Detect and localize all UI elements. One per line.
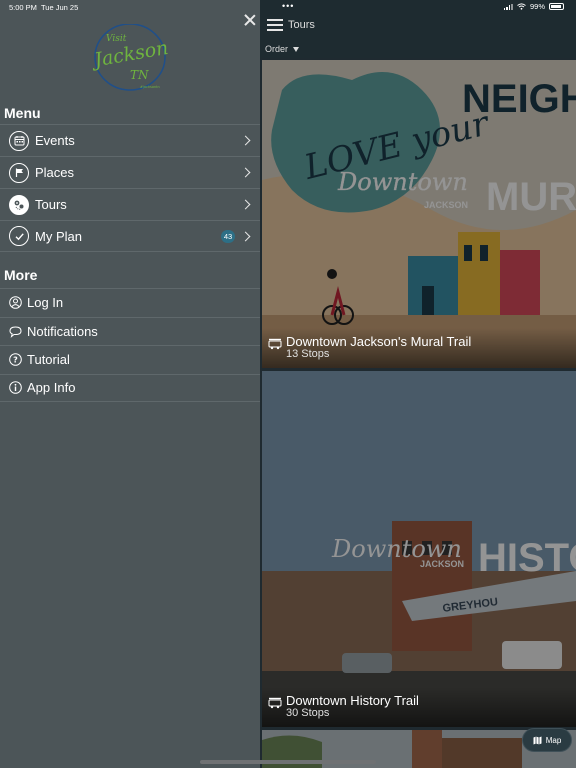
caret-down-icon <box>293 46 300 52</box>
menu-item-label: Tours <box>35 197 67 212</box>
checkmark-icon <box>9 226 29 246</box>
tour-card-history-trail[interactable]: GREYHOU Downtown JACKSON HISTO Downtown … <box>262 371 576 727</box>
menu-heading: Menu <box>4 105 41 121</box>
tour-stops: 30 Stops <box>286 707 330 719</box>
chevron-right-icon <box>240 135 251 146</box>
svg-text:Jackson: Jackson <box>92 37 170 72</box>
flag-icon <box>9 162 29 183</box>
status-date: Tue Jun 25 <box>41 3 79 12</box>
menu-item-label: My Plan <box>35 228 82 244</box>
menu-item-events[interactable]: Events <box>0 124 260 156</box>
close-icon[interactable] <box>242 12 258 28</box>
order-dropdown[interactable]: Order <box>265 44 300 54</box>
more-item-tutorial[interactable]: ? Tutorial <box>0 345 260 374</box>
chevron-right-icon <box>240 167 251 178</box>
more-item-label: App Info <box>27 380 76 396</box>
more-item-label: Notifications <box>27 323 98 339</box>
question-icon: ? <box>9 353 22 367</box>
chat-bubble-icon <box>9 326 22 338</box>
tour-name: Downtown History Trail <box>286 693 419 708</box>
svg-text:TN: TN <box>130 68 149 82</box>
menu-list: Events Places Tours My Plan 43 <box>0 124 260 252</box>
chevron-right-icon <box>240 231 251 242</box>
menu-item-label: Places <box>35 165 75 180</box>
more-item-app-info[interactable]: App Info <box>0 373 260 402</box>
menu-item-label: Events <box>35 133 75 148</box>
visit-jackson-logo: Visit Jackson TN #jacksontn <box>92 24 170 91</box>
status-indicators: 99% <box>503 2 564 11</box>
sidebar-drawer: Visit Jackson TN #jacksontn Menu Events … <box>0 0 260 768</box>
calendar-icon <box>9 130 29 151</box>
tour-stops: 13 Stops <box>286 348 330 360</box>
image-shade <box>262 60 576 368</box>
menu-item-places[interactable]: Places <box>0 156 260 188</box>
page-title: Tours <box>288 19 315 31</box>
svg-text:#jacksontn: #jacksontn <box>140 85 160 89</box>
more-item-label: Log In <box>27 295 64 311</box>
menu-item-my-plan[interactable]: My Plan 43 <box>0 220 260 252</box>
status-time: 5:00 PM <box>9 3 37 12</box>
battery-percent: 99% <box>529 2 545 11</box>
more-item-notifications[interactable]: Notifications <box>0 316 260 346</box>
order-label: Order <box>265 44 289 54</box>
more-item-label: Tutorial <box>27 352 70 368</box>
svg-text:?: ? <box>13 356 18 365</box>
tour-map-icon <box>9 194 29 215</box>
more-item-log-in[interactable]: Log In <box>0 288 260 317</box>
map-button[interactable]: Map <box>522 728 572 752</box>
image-shade <box>262 371 576 727</box>
tour-bus-icon <box>268 338 282 350</box>
tours-screen: Tours Order LOVE your NEIGH Downtown JAC… <box>260 0 576 768</box>
map-button-label: Map <box>545 735 562 745</box>
status-bar: 5:00 PM Tue Jun 25 ••• 99% <box>0 0 576 14</box>
chevron-right-icon <box>240 199 251 210</box>
tour-bus-icon <box>268 697 282 709</box>
map-icon <box>533 736 542 744</box>
tour-name: Downtown Jackson's Mural Trail <box>286 334 472 349</box>
signal-icon <box>503 3 513 10</box>
svg-text:Visit: Visit <box>106 34 127 44</box>
user-icon <box>9 296 22 310</box>
hamburger-menu-icon[interactable] <box>267 19 283 31</box>
more-list: Log In Notifications ? Tutorial App Info <box>0 288 260 402</box>
multitask-dots-icon[interactable]: ••• <box>282 1 294 11</box>
plan-count-badge: 43 <box>221 230 235 243</box>
battery-icon <box>549 3 564 10</box>
info-icon <box>9 381 22 395</box>
tour-card-mural-trail[interactable]: LOVE your NEIGH Downtown JACKSON MURA Do… <box>262 60 576 368</box>
wifi-icon <box>517 3 526 10</box>
menu-item-tours[interactable]: Tours <box>0 188 260 220</box>
more-heading: More <box>4 267 38 283</box>
home-indicator[interactable] <box>200 760 376 764</box>
